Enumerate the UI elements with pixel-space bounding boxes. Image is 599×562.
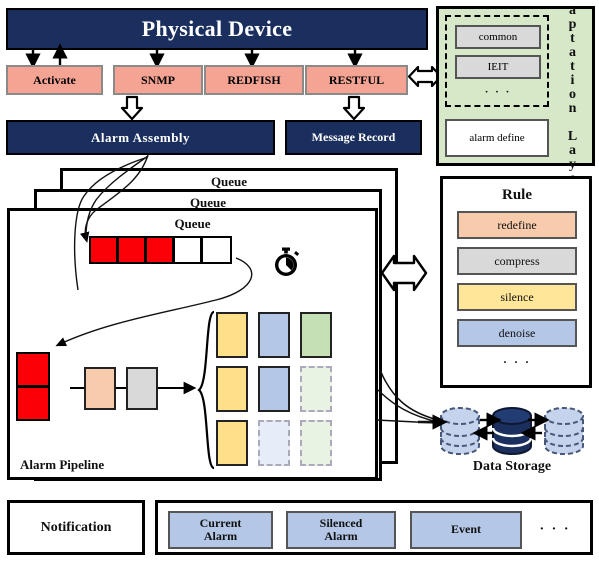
pipeline-rule-exchange-arrow	[380, 254, 428, 292]
stage-compress[interactable]	[126, 367, 158, 410]
alarm-define-label: alarm define	[469, 132, 525, 144]
outputs-ellipsis: · · ·	[530, 511, 580, 549]
output-cell-0-1	[258, 312, 290, 358]
input-alarm-1	[16, 352, 50, 387]
output-silenced-alarm-line2: Alarm	[324, 529, 358, 543]
adaptation-driver-group: common IEIT · · ·	[445, 15, 549, 107]
protocol-redfish[interactable]: REDFISH	[204, 65, 304, 95]
rule-ellipsis: · · ·	[457, 351, 577, 373]
protocol-snmp[interactable]: SNMP	[113, 65, 203, 95]
stopwatch-icon	[275, 247, 300, 276]
adaptation-layer-title: Adaptation Layer	[551, 0, 593, 199]
rule-silence-label: silence	[500, 289, 534, 304]
output-current-alarm[interactable]: Current Alarm	[168, 511, 273, 549]
rule-denoise[interactable]: denoise	[457, 319, 577, 347]
rule-panel-title: Rule	[443, 185, 591, 205]
driver-common-label: common	[478, 31, 518, 43]
protocol-activate[interactable]: Activate	[6, 65, 103, 95]
device-protocol-arrows	[25, 43, 363, 69]
restful-to-message-record-arrow	[342, 95, 366, 121]
db-replication-arrows	[472, 412, 550, 441]
stage-redefine[interactable]	[84, 367, 116, 410]
input-alarm-2	[16, 386, 50, 421]
rule-ellipsis-label: · · ·	[502, 354, 531, 369]
adaptation-layer-title-label: Adaptation Layer	[565, 0, 580, 199]
snmp-to-assembly-arrow	[120, 95, 144, 121]
output-cell-1-0	[216, 366, 248, 412]
queue-cell-4	[173, 236, 202, 264]
data-storage-title-label: Data Storage	[472, 459, 552, 474]
physical-device-label: Physical Device	[141, 16, 293, 41]
protocol-snmp-label: SNMP	[141, 72, 175, 87]
protocol-restful-label: RESTFUL	[328, 72, 385, 87]
rule-compress-label: compress	[494, 253, 540, 268]
queue-cells	[89, 236, 232, 264]
outputs-ellipsis-label: · · ·	[539, 522, 571, 537]
output-cell-1-1	[258, 366, 290, 412]
rule-redefine-label: redefine	[497, 217, 537, 232]
rule-redefine[interactable]: redefine	[457, 211, 577, 239]
driver-common[interactable]: common	[455, 25, 541, 49]
data-storage-title: Data Storage	[432, 457, 592, 477]
outputs-panel: Current Alarm Silenced Alarm Event · · ·	[155, 500, 593, 555]
queue-cell-2	[117, 236, 146, 264]
rule-silence[interactable]: silence	[457, 283, 577, 311]
output-brace	[197, 310, 216, 470]
output-silenced-alarm[interactable]: Silenced Alarm	[286, 511, 396, 549]
queue-cell-5	[201, 236, 232, 264]
rule-compress[interactable]: compress	[457, 247, 577, 275]
queue-cell-1	[89, 236, 118, 264]
protocol-redfish-label: REDFISH	[227, 72, 281, 87]
output-cell-0-2	[300, 312, 332, 358]
driver-ellipsis-label: · · ·	[484, 86, 512, 98]
rule-panel: Rule redefine compress silence denoise ·…	[440, 176, 592, 388]
pipeline-stage-connector	[70, 381, 197, 395]
driver-ellipsis: · · ·	[455, 81, 541, 103]
adaptation-layer-panel: common IEIT · · · alarm define Adaptatio…	[436, 0, 595, 199]
rule-panel-title-label: Rule	[502, 186, 532, 203]
output-event[interactable]: Event	[410, 511, 522, 549]
output-cell-0-0	[216, 312, 248, 358]
queue-cell-3	[145, 236, 174, 264]
db-replica-right	[544, 407, 584, 455]
output-cell-2-2	[300, 420, 332, 466]
output-grid	[216, 312, 336, 468]
notification-label: Notification	[40, 519, 112, 535]
rule-denoise-label: denoise	[498, 325, 536, 340]
pipeline-storage-curves	[375, 369, 448, 430]
output-current-alarm-line2: Alarm	[203, 529, 238, 543]
alarm-define-box[interactable]: alarm define	[445, 119, 549, 157]
output-cell-1-2	[300, 366, 332, 412]
pipeline-input-stack	[16, 352, 50, 421]
protocol-restful[interactable]: RESTFUL	[305, 65, 408, 95]
output-event-label: Event	[451, 522, 481, 537]
output-cell-2-0	[216, 420, 248, 466]
driver-ieit[interactable]: IEIT	[455, 55, 541, 79]
output-cell-2-1	[258, 420, 290, 466]
physical-device-box: Physical Device	[6, 8, 428, 50]
driver-ieit-label: IEIT	[487, 61, 509, 73]
notification-panel[interactable]: Notification	[7, 500, 145, 555]
protocol-activate-label: Activate	[33, 72, 76, 87]
